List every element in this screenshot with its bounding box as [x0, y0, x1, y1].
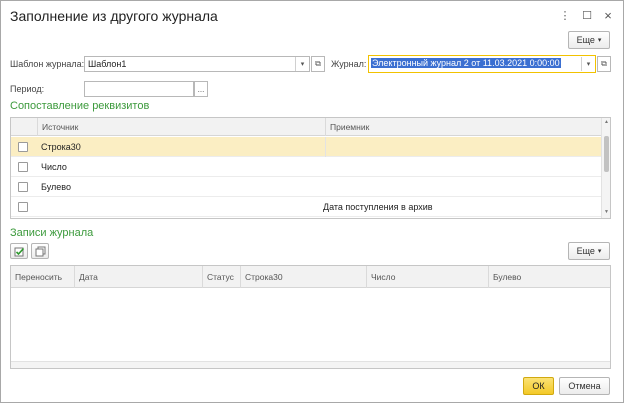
- table-row[interactable]: Число: [11, 157, 603, 177]
- mapping-section-title: Сопоставление реквизитов: [10, 100, 150, 112]
- template-dropdown-icon[interactable]: ▾: [295, 57, 309, 71]
- ok-button[interactable]: ОК: [523, 377, 554, 395]
- records-table-header: Переносить Дата Статус Строка30 Число Бу…: [11, 266, 610, 288]
- journal-open-icon[interactable]: ⧉: [597, 56, 611, 72]
- journal-value: Электронный журнал 2 от 11.03.2021 0:00:…: [371, 58, 561, 68]
- journal-dropdown-icon[interactable]: ▾: [581, 57, 595, 71]
- period-label: Период:: [10, 84, 45, 94]
- vertical-scrollbar[interactable]: ▲ ▼: [601, 118, 610, 218]
- scroll-up-icon[interactable]: ▲: [603, 119, 610, 125]
- window-title: Заполнение из другого журнала: [10, 8, 218, 24]
- column-header-target[interactable]: Приемник: [325, 118, 603, 136]
- template-open-icon[interactable]: ⧉: [311, 56, 325, 72]
- column-divider: [325, 137, 326, 157]
- uncheck-all-icon: [35, 246, 45, 256]
- column-header-source[interactable]: Источник: [37, 118, 325, 136]
- source-cell: Число: [41, 162, 67, 172]
- mapping-table-header: Источник Приемник: [11, 118, 603, 136]
- mapping-table: Источник Приемник Строка30 Число Булево …: [10, 117, 611, 219]
- scroll-down-icon[interactable]: ▼: [603, 209, 610, 215]
- maximize-icon[interactable]: ☐: [581, 9, 593, 23]
- journal-label: Журнал:: [331, 59, 367, 69]
- journal-field[interactable]: Электронный журнал 2 от 11.03.2021 0:00:…: [368, 55, 596, 73]
- table-row[interactable]: Строка30: [11, 137, 603, 157]
- table-row[interactable]: Булево: [11, 177, 603, 197]
- period-select-icon[interactable]: ...: [194, 81, 208, 97]
- chevron-down-icon: ▾: [597, 37, 602, 44]
- cancel-button[interactable]: Отмена: [559, 377, 610, 395]
- column-header-boolean[interactable]: Булево: [488, 266, 610, 288]
- more-button-label: Еще: [576, 35, 595, 45]
- horizontal-scrollbar[interactable]: [11, 361, 610, 368]
- records-more-label: Еще: [576, 246, 595, 256]
- source-cell: Строка30: [41, 142, 81, 152]
- records-table: Переносить Дата Статус Строка30 Число Бу…: [10, 265, 611, 369]
- column-header-transfer[interactable]: Переносить: [11, 266, 74, 288]
- target-cell: Дата поступления в архив: [323, 202, 433, 212]
- check-all-icon: [14, 247, 24, 256]
- column-header-status[interactable]: Статус: [202, 266, 240, 288]
- row-checkbox[interactable]: [18, 202, 28, 212]
- more-actions-icon[interactable]: ⋮: [559, 9, 571, 23]
- template-value: Шаблон1: [88, 59, 127, 69]
- check-all-button[interactable]: [10, 243, 28, 259]
- column-header-number[interactable]: Число: [366, 266, 488, 288]
- table-row[interactable]: Дата поступления в архив: [11, 197, 603, 217]
- close-icon[interactable]: ×: [602, 9, 614, 23]
- row-checkbox[interactable]: [18, 182, 28, 192]
- records-more-button[interactable]: Еще ▾: [568, 242, 610, 260]
- records-section-title: Записи журнала: [10, 227, 94, 239]
- column-header-string30[interactable]: Строка30: [240, 266, 366, 288]
- uncheck-all-button[interactable]: [31, 243, 49, 259]
- more-button[interactable]: Еще ▾: [568, 31, 610, 49]
- row-checkbox[interactable]: [18, 162, 28, 172]
- template-field[interactable]: Шаблон1 ▾: [84, 56, 310, 72]
- column-header-date[interactable]: Дата: [74, 266, 202, 288]
- dialog-window: Заполнение из другого журнала ⋮ ☐ × Еще …: [0, 0, 624, 403]
- source-cell: Булево: [41, 182, 71, 192]
- chevron-down-icon: ▾: [597, 248, 602, 255]
- row-checkbox[interactable]: [18, 142, 28, 152]
- scrollbar-thumb[interactable]: [604, 136, 609, 172]
- period-field[interactable]: [84, 81, 194, 97]
- template-label: Шаблон журнала:: [10, 59, 85, 69]
